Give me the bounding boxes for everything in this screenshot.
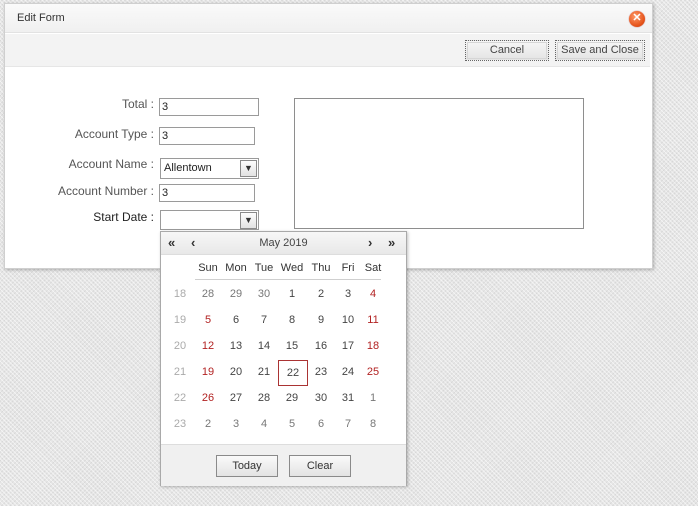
calendar-day[interactable]: 17 [334, 340, 362, 352]
dialog-toolbar: Cancel Save and Close [5, 34, 650, 67]
calendar-day[interactable]: 6 [307, 418, 335, 430]
clear-button[interactable]: Clear [289, 455, 351, 477]
calendar-day[interactable]: 2 [307, 288, 335, 300]
calendar-day[interactable]: 23 [307, 366, 335, 378]
calendar-day[interactable]: 3 [334, 288, 362, 300]
calendar-day[interactable]: 10 [334, 314, 362, 326]
calendar-day[interactable]: 15 [278, 340, 306, 352]
weekday-header: Sun [198, 262, 218, 274]
calendar-day[interactable]: 31 [334, 392, 362, 404]
calendar-day[interactable]: 21 [250, 366, 278, 378]
week-number: 22 [173, 392, 187, 404]
next-month-icon[interactable]: › [368, 235, 372, 250]
calendar-day[interactable]: 28 [194, 288, 222, 300]
total-field[interactable]: 3 [159, 98, 259, 116]
calendar-day[interactable]: 3 [222, 418, 250, 430]
calendar-day[interactable]: 14 [250, 340, 278, 352]
week-number: 21 [173, 366, 187, 378]
week-number: 23 [173, 418, 187, 430]
start-date-picker[interactable]: ▼ [160, 210, 259, 230]
account-name-select[interactable]: Allentown ▼ [160, 158, 259, 179]
calendar-day[interactable]: 12 [194, 340, 222, 352]
weekday-header: Fri [341, 262, 355, 274]
edit-form-dialog: Edit Form ✕ Cancel Save and Close Total … [4, 3, 653, 269]
calendar-day[interactable]: 16 [307, 340, 335, 352]
account-type-label: Account Type : [74, 127, 154, 141]
calendar-day[interactable]: 27 [222, 392, 250, 404]
calendar-day[interactable]: 7 [334, 418, 362, 430]
calendar-day[interactable]: 24 [334, 366, 362, 378]
today-button[interactable]: Today [216, 455, 278, 477]
calendar-header: « ‹ May 2019 › » [161, 232, 406, 255]
calendar-day[interactable]: 5 [278, 418, 306, 430]
calendar-day[interactable]: 30 [250, 288, 278, 300]
calendar-day[interactable]: 18 [359, 340, 387, 352]
weekday-divider [195, 279, 381, 280]
week-number: 19 [173, 314, 187, 326]
date-picker-calendar: « ‹ May 2019 › » Sun Mon Tue Wed Thu Fri Sat 18… [160, 231, 407, 486]
weekday-header: Thu [311, 262, 331, 274]
account-number-label: Account Number : [57, 184, 154, 198]
calendar-day[interactable]: 11 [359, 314, 387, 326]
calendar-day[interactable]: 19 [194, 366, 222, 378]
cancel-button[interactable]: Cancel [465, 40, 549, 61]
calendar-day[interactable]: 30 [307, 392, 335, 404]
weekday-header: Tue [254, 262, 274, 274]
calendar-day[interactable]: 8 [359, 418, 387, 430]
weekday-header: Mon [225, 262, 247, 274]
calendar-day[interactable]: 2 [194, 418, 222, 430]
total-label: Total : [121, 97, 154, 111]
chevron-down-icon[interactable]: ▼ [240, 212, 257, 229]
account-name-value: Allentown [164, 162, 212, 174]
calendar-day[interactable]: 4 [359, 288, 387, 300]
account-name-label: Account Name : [68, 157, 154, 171]
calendar-day[interactable]: 29 [278, 392, 306, 404]
calendar-day[interactable]: 1 [359, 392, 387, 404]
week-number: 20 [173, 340, 187, 352]
calendar-day[interactable]: 22 [278, 360, 308, 386]
weekday-header: Sat [364, 262, 382, 274]
calendar-day[interactable]: 5 [194, 314, 222, 326]
notes-textarea[interactable] [294, 98, 584, 229]
calendar-day[interactable]: 7 [250, 314, 278, 326]
account-number-field[interactable]: 3 [159, 184, 255, 202]
dialog-titlebar: Edit Form ✕ [5, 4, 652, 33]
start-date-label: Start Date : [93, 210, 154, 224]
calendar-day[interactable]: 6 [222, 314, 250, 326]
calendar-day[interactable]: 13 [222, 340, 250, 352]
calendar-day[interactable]: 26 [194, 392, 222, 404]
calendar-day[interactable]: 4 [250, 418, 278, 430]
week-number: 18 [173, 288, 187, 300]
calendar-day[interactable]: 28 [250, 392, 278, 404]
calendar-day[interactable]: 25 [359, 366, 387, 378]
dialog-title: Edit Form [17, 12, 65, 24]
chevron-down-icon[interactable]: ▼ [240, 160, 257, 177]
weekday-header: Wed [280, 262, 304, 274]
calendar-footer: Today Clear [161, 444, 406, 486]
close-icon[interactable]: ✕ [629, 11, 645, 27]
calendar-day[interactable]: 29 [222, 288, 250, 300]
save-and-close-button[interactable]: Save and Close [555, 40, 645, 61]
calendar-day[interactable]: 9 [307, 314, 335, 326]
calendar-day[interactable]: 8 [278, 314, 306, 326]
calendar-day[interactable]: 1 [278, 288, 306, 300]
account-type-field[interactable]: 3 [159, 127, 255, 145]
next-year-icon[interactable]: » [388, 235, 395, 250]
calendar-day[interactable]: 20 [222, 366, 250, 378]
